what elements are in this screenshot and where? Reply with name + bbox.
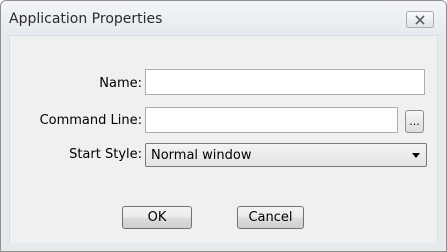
name-label: Name: xyxy=(99,76,142,91)
dialog-content: Name: Command Line: ... Start Style: Nor… xyxy=(9,35,438,243)
ok-button[interactable]: OK xyxy=(122,206,192,229)
start-style-label: Start Style: xyxy=(69,147,142,162)
start-style-select[interactable]: Normal window xyxy=(145,143,427,167)
command-line-field[interactable] xyxy=(145,107,398,133)
command-line-label: Command Line: xyxy=(39,113,142,128)
name-field[interactable] xyxy=(145,69,425,95)
application-properties-dialog: Application Properties Name: Command Lin… xyxy=(0,0,447,252)
chevron-down-icon xyxy=(412,153,420,158)
dialog-title: Application Properties xyxy=(9,11,163,27)
close-icon xyxy=(415,14,425,25)
browse-button[interactable]: ... xyxy=(405,110,424,133)
cancel-button[interactable]: Cancel xyxy=(237,206,304,229)
close-button[interactable] xyxy=(406,11,434,28)
start-style-value: Normal window xyxy=(151,148,252,163)
title-bar[interactable]: Application Properties xyxy=(1,1,446,35)
